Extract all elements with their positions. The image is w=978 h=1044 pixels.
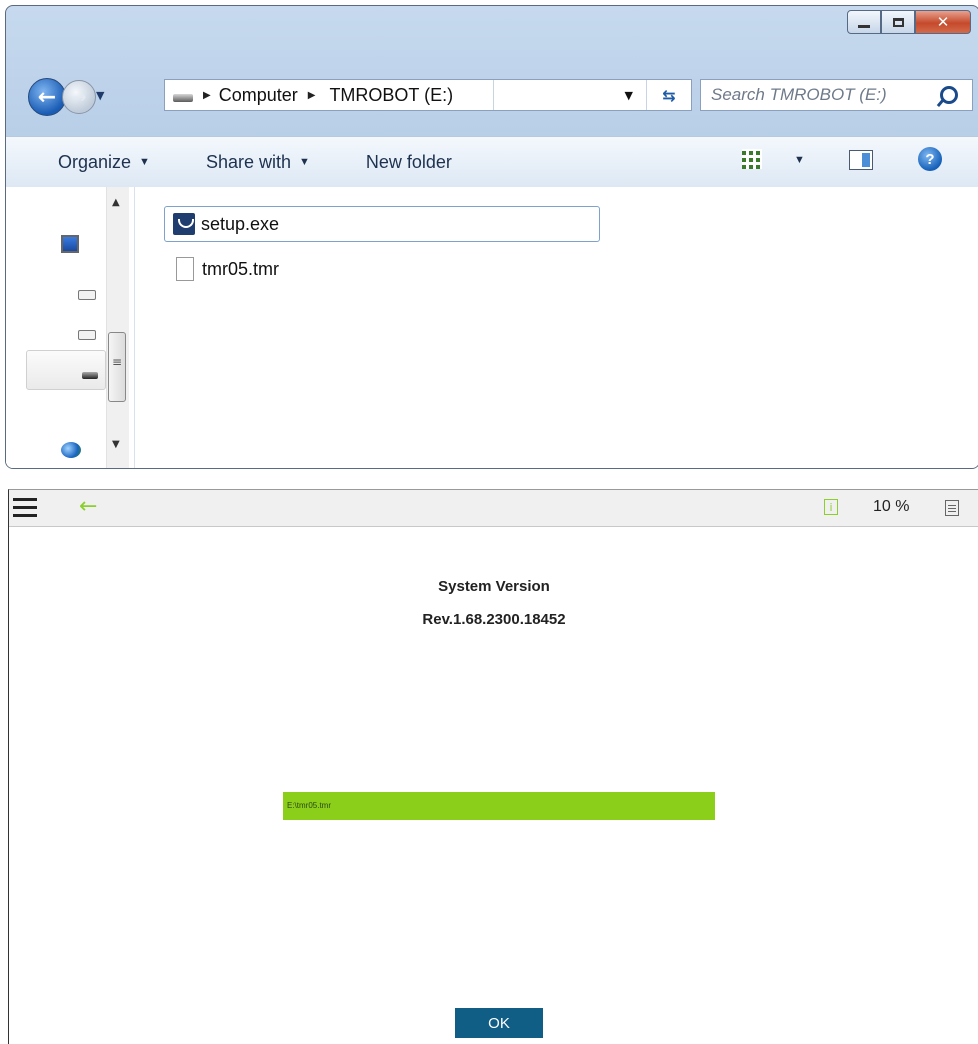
chevron-down-icon: ▼ — [139, 156, 150, 168]
chevron-down-icon: ▼ — [298, 156, 310, 168]
help-icon[interactable]: ? — [918, 147, 942, 171]
view-options-dropdown[interactable]: ▼ — [794, 154, 805, 166]
info-icon[interactable]: i — [824, 499, 838, 515]
back-arrow-icon[interactable]: ← — [79, 494, 97, 519]
title-bar: ✕ — [6, 6, 978, 56]
file-item-tmr05[interactable]: tmr05.tmr — [164, 251, 279, 287]
preview-pane-icon[interactable] — [849, 150, 873, 170]
chevron-right-icon[interactable]: ▶ — [308, 90, 316, 101]
nav-item-selected[interactable] — [26, 350, 106, 390]
file-name: tmr05.tmr — [202, 258, 280, 279]
computer-icon[interactable] — [61, 235, 79, 253]
breadcrumb-current-box[interactable]: TMROBOT (E:) — [323, 80, 495, 110]
organize-button[interactable]: Organize ▼ — [58, 152, 150, 173]
organize-label: Organize — [58, 151, 132, 172]
explorer-window: ✕ ← → ▼ ▶ Computer ▶ TMROBOT (E:) ▼ ⇆ Se… — [5, 5, 978, 469]
network-icon[interactable] — [61, 442, 81, 458]
minimize-icon — [858, 24, 870, 28]
share-with-label: Share with — [205, 151, 291, 172]
address-dropdown[interactable]: ▼ — [625, 89, 633, 102]
installer-icon — [173, 213, 195, 235]
update-progress-bar: E:\tmr05.tmr — [283, 792, 715, 820]
share-with-button[interactable]: Share with ▼ — [206, 152, 310, 173]
refresh-icon: ⇆ — [662, 85, 676, 105]
maximize-button[interactable] — [881, 10, 915, 34]
search-input[interactable]: Search TMROBOT (E:) — [701, 85, 940, 105]
close-icon: ✕ — [936, 13, 950, 31]
explorer-content: ▲ ▼ setup.exe tmr05.tmr — [6, 187, 978, 468]
search-box[interactable]: Search TMROBOT (E:) — [700, 79, 973, 111]
usb-drive-icon[interactable] — [82, 372, 98, 379]
scroll-down-arrow[interactable]: ▼ — [112, 439, 120, 450]
window-controls: ✕ — [847, 10, 971, 34]
navigation-row: ← → ▼ ▶ Computer ▶ TMROBOT (E:) ▼ ⇆ Sear… — [6, 76, 978, 116]
maximize-icon — [892, 17, 904, 27]
system-version-value: Rev.1.68.2300.18452 — [422, 611, 566, 628]
log-icon[interactable] — [945, 500, 959, 516]
nav-scrollbar[interactable]: ▲ ▼ — [106, 187, 129, 468]
minimize-button[interactable] — [847, 10, 881, 34]
file-name: setup.exe — [201, 213, 280, 234]
scroll-thumb[interactable] — [108, 332, 126, 402]
navigation-pane: ▲ ▼ — [6, 187, 135, 468]
chevron-right-icon[interactable]: ▶ — [203, 90, 211, 101]
speed-percent: 10 % — [873, 498, 910, 515]
drive-icon[interactable] — [78, 330, 96, 340]
new-folder-label: New folder — [365, 151, 452, 172]
drive-icon[interactable] — [78, 290, 96, 300]
back-arrow-icon: ← — [37, 84, 57, 110]
tmflow-header: ← i 10 % — [9, 490, 978, 527]
ok-button[interactable]: OK — [455, 1008, 543, 1038]
forward-button[interactable]: → — [62, 80, 96, 114]
progress-fill — [283, 792, 715, 820]
scroll-up-arrow[interactable]: ▲ — [112, 197, 120, 208]
tmflow-panel: ← i 10 % System Version Rev.1.68.2300.18… — [8, 489, 978, 1044]
breadcrumb-computer[interactable]: Computer — [219, 85, 298, 106]
new-folder-button[interactable]: New folder — [366, 152, 452, 173]
system-version-title: System Version — [438, 578, 550, 595]
back-button[interactable]: ← — [28, 78, 66, 116]
document-icon — [176, 257, 194, 281]
drive-icon — [173, 94, 193, 102]
menu-icon[interactable] — [13, 498, 37, 517]
progress-label: E:\tmr05.tmr — [287, 801, 332, 810]
command-bar: Organize ▼ Share with ▼ New folder ▼ ? — [6, 136, 978, 188]
refresh-button[interactable]: ⇆ — [646, 80, 691, 110]
recent-pages-dropdown[interactable]: ▼ — [96, 89, 104, 102]
address-bar[interactable]: ▶ Computer ▶ TMROBOT (E:) ▼ ⇆ — [164, 79, 692, 111]
close-button[interactable]: ✕ — [915, 10, 971, 34]
search-icon[interactable] — [940, 86, 958, 104]
breadcrumb-tmrobot-drive[interactable]: TMROBOT (E:) — [329, 85, 453, 106]
file-item-setup[interactable]: setup.exe — [164, 206, 600, 242]
change-view-icon[interactable] — [742, 149, 762, 169]
forward-arrow-icon: → — [71, 86, 87, 108]
